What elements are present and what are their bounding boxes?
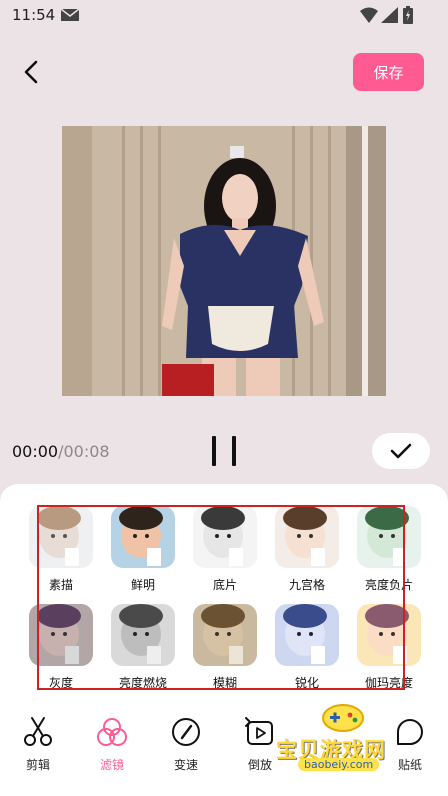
- filter-circles-icon: [97, 718, 127, 746]
- scissors-icon: [24, 717, 52, 746]
- reverse-play-icon: [245, 717, 273, 745]
- filter-label: 伽玛亮度: [364, 676, 413, 690]
- filter-label: 鲜明: [130, 578, 155, 592]
- filter-label: 素描: [48, 578, 73, 592]
- filter-label: 底片: [212, 578, 237, 592]
- filter-thumbnail: [29, 604, 93, 666]
- filter-negative[interactable]: 底片: [193, 506, 261, 593]
- speedometer-icon: [172, 718, 200, 746]
- filter-panel: 素描 鲜明 底片 九宫格 亮度负片 灰度 亮度燃烧 模糊 锐化 伽玛亮度: [25, 504, 445, 690]
- tool-reverse[interactable]: 倒放: [232, 712, 288, 773]
- tool-label: 贴纸: [397, 758, 422, 772]
- filter-label: 模糊: [212, 676, 237, 690]
- tool-label: 变速: [173, 758, 198, 772]
- filter-thumbnail: [111, 604, 175, 666]
- filter-thumbnail: [29, 506, 93, 568]
- filter-sketch[interactable]: 素描: [29, 506, 97, 593]
- filter-gamma-brightness[interactable]: 伽玛亮度: [357, 604, 425, 691]
- tool-sticker[interactable]: 贴纸: [382, 712, 438, 773]
- filter-brightness-burn[interactable]: 亮度燃烧: [111, 604, 179, 691]
- filter-thumbnail: [357, 604, 421, 666]
- total-time: 00:08: [63, 442, 110, 461]
- wifi-icon: [360, 7, 378, 23]
- filter-label: 灰度: [48, 676, 73, 690]
- confirm-button[interactable]: [372, 433, 430, 469]
- check-icon: [390, 443, 412, 459]
- mail-icon: [61, 9, 79, 21]
- tool-label: 倒放: [247, 758, 272, 772]
- filter-thumbnail: [357, 506, 421, 568]
- tool-filter[interactable]: 滤镜: [84, 712, 140, 773]
- status-time: 11:54: [12, 6, 56, 24]
- filter-label: 九宫格: [288, 578, 325, 592]
- playback-time: 00:00/00:08: [12, 442, 110, 461]
- status-bar: 11:54: [0, 0, 448, 32]
- filter-thumbnail: [275, 506, 339, 568]
- tool-speed[interactable]: 变速: [158, 712, 214, 773]
- pause-bar-right: [232, 436, 236, 466]
- filter-vivid[interactable]: 鲜明: [111, 506, 179, 593]
- filter-thumbnail: [193, 604, 257, 666]
- tool-label: 滤镜: [99, 758, 124, 772]
- sticker-icon: [397, 719, 423, 745]
- video-frame-image: [62, 126, 386, 396]
- filter-grayscale[interactable]: 灰度: [29, 604, 97, 691]
- pause-icon[interactable]: [208, 434, 240, 468]
- filter-label: 亮度燃烧: [118, 676, 167, 690]
- tool-label: 剪辑: [25, 758, 50, 772]
- filter-label: 锐化: [294, 676, 319, 690]
- filter-grid[interactable]: 九宫格: [275, 506, 343, 593]
- signal-icon: [381, 7, 398, 23]
- filter-label: 亮度负片: [364, 578, 413, 592]
- filter-brightness-negative[interactable]: 亮度负片: [357, 506, 425, 593]
- pause-bar-left: [212, 436, 216, 466]
- video-preview[interactable]: [62, 126, 386, 396]
- filter-thumbnail: [111, 506, 175, 568]
- battery-icon: [403, 6, 413, 24]
- filter-blur[interactable]: 模糊: [193, 604, 261, 691]
- current-time: 00:00: [12, 442, 59, 461]
- tool-clip[interactable]: 剪辑: [10, 712, 66, 773]
- back-icon[interactable]: [18, 58, 46, 86]
- filter-thumbnail: [193, 506, 257, 568]
- filter-thumbnail: [275, 604, 339, 666]
- filter-sharpen[interactable]: 锐化: [275, 604, 343, 691]
- bottom-toolbar: 剪辑 滤镜 变速 倒放 贴纸: [0, 712, 448, 782]
- save-button[interactable]: 保存: [353, 53, 424, 91]
